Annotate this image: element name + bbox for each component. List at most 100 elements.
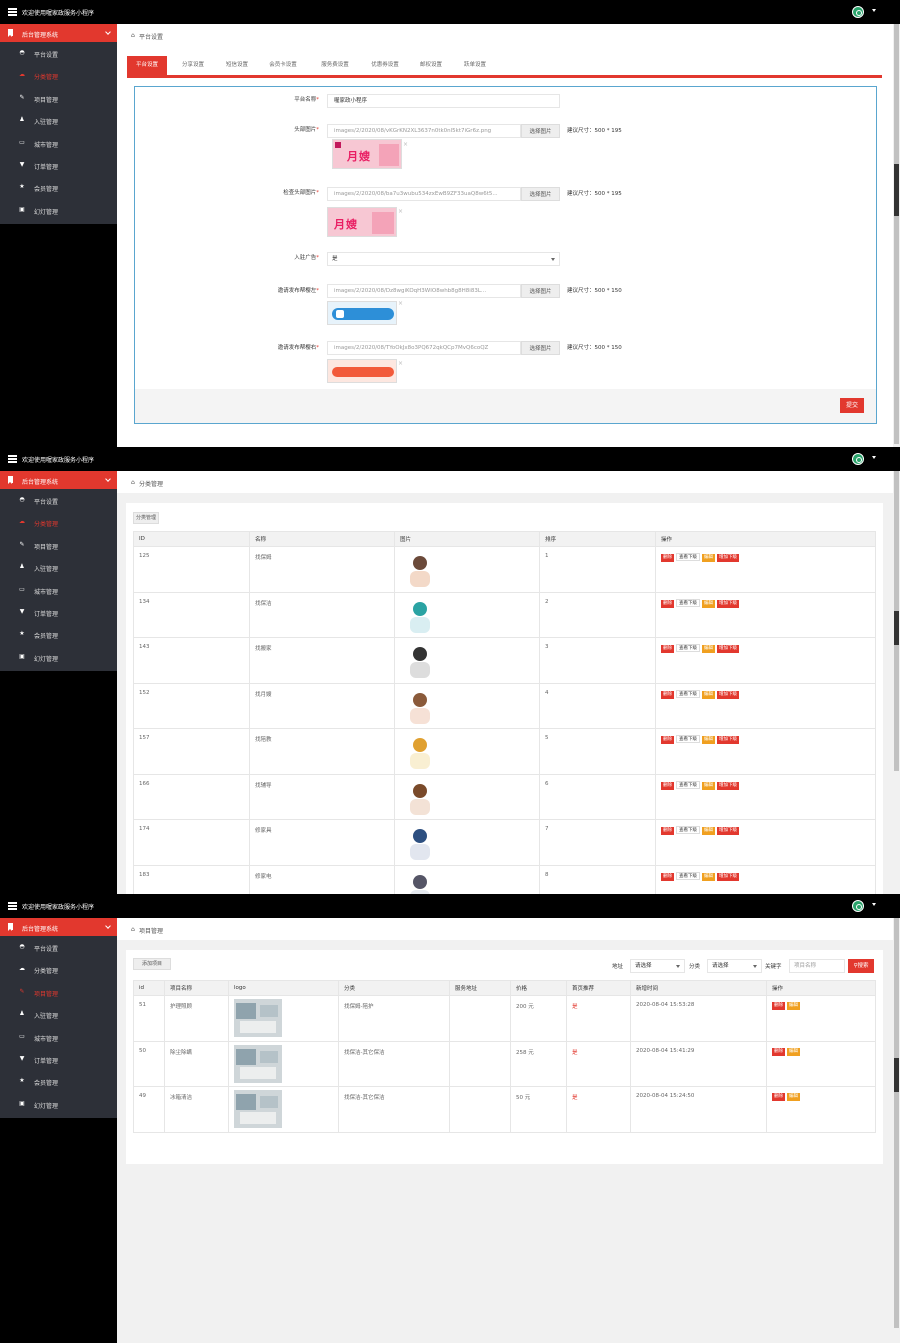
sidebar-item-settle[interactable]: ♟ 入驻管理 <box>0 556 117 578</box>
close-icon[interactable]: × <box>398 360 403 367</box>
close-icon[interactable]: × <box>403 141 408 148</box>
sidebar-item-member[interactable]: ★ 会员管理 <box>0 623 117 645</box>
delete-button[interactable]: 删除 <box>661 554 674 562</box>
sidebar-item-order[interactable]: ▼ 订单管理 <box>0 601 117 623</box>
delete-button[interactable]: 删除 <box>661 781 674 790</box>
view-children-button[interactable]: 查看下级 <box>676 644 700 652</box>
edit-button[interactable]: 编辑 <box>702 690 715 699</box>
submit-button[interactable]: 提交 <box>840 398 864 413</box>
view-children-button[interactable]: 查看下级 <box>676 780 700 789</box>
sidebar-item-platform[interactable]: ◓ 平台设置 <box>0 42 117 64</box>
right-image-input[interactable]: images/2/2020/08/TYoOkJx8o3PQ672qkQCp7Mv… <box>327 341 521 355</box>
keyword-input[interactable]: 项目名称 <box>789 959 845 973</box>
edit-button[interactable]: 编辑 <box>787 1047 800 1056</box>
view-children-button[interactable]: 查看下级 <box>676 598 700 607</box>
sidebar-item-city[interactable]: ▭ 城市管理 <box>0 579 117 601</box>
platform-name-input[interactable]: 喔家政小程序 <box>327 94 560 108</box>
pick-image-button[interactable]: 选择图片 <box>521 341 560 355</box>
scrollbar[interactable] <box>893 24 900 447</box>
edit-button[interactable]: 编辑 <box>702 781 715 790</box>
sidebar-item-category[interactable]: ☁ 分类管理 <box>0 958 117 980</box>
edit-button[interactable]: 编辑 <box>702 736 715 744</box>
sidebar-item-member[interactable]: ★ 会员管理 <box>0 176 117 198</box>
tab-share[interactable]: 分享设置 <box>171 56 215 75</box>
sidebar-item-slide[interactable]: ▣ 幻灯管理 <box>0 199 117 221</box>
tab-permission[interactable]: 邮权设置 <box>411 56 451 75</box>
add-category-button[interactable]: 分类管理 <box>133 512 159 524</box>
view-children-button[interactable]: 查看下级 <box>676 871 700 880</box>
menu-icon[interactable] <box>8 902 17 910</box>
view-children-button[interactable]: 查看下级 <box>676 735 700 743</box>
sidebar-head[interactable]: 后台管理系统 <box>0 471 117 489</box>
edit-button[interactable]: 编辑 <box>787 1002 800 1010</box>
pick-image-button[interactable]: 选择图片 <box>521 124 560 138</box>
add-child-button[interactable]: 增加下级 <box>717 827 739 835</box>
avatar[interactable] <box>852 900 864 912</box>
tab-platform[interactable]: 平台设置 <box>127 56 167 75</box>
scrollbar[interactable] <box>893 471 900 894</box>
delete-button[interactable]: 删除 <box>772 1047 785 1056</box>
sidebar-item-city[interactable]: ▭ 城市管理 <box>0 1026 117 1048</box>
edit-button[interactable]: 编辑 <box>702 827 715 835</box>
sidebar-item-platform[interactable]: ◓ 平台设置 <box>0 489 117 511</box>
scrollbar[interactable] <box>893 918 900 1343</box>
search-button[interactable]: ⚲搜索 <box>848 959 874 973</box>
pick-image-button[interactable]: 选择图片 <box>521 187 560 201</box>
sidebar-head[interactable]: 后台管理系统 <box>0 918 117 936</box>
sidebar-item-slide[interactable]: ▣ 幻灯管理 <box>0 646 117 668</box>
delete-button[interactable]: 删除 <box>661 690 674 699</box>
category-select[interactable]: 请选择 <box>707 959 762 973</box>
add-child-button[interactable]: 增加下级 <box>717 645 739 653</box>
sidebar-item-platform[interactable]: ◓ 平台设置 <box>0 936 117 958</box>
add-child-button[interactable]: 增加下级 <box>717 736 739 744</box>
sidebar-item-category[interactable]: ☁ 分类管理 <box>0 64 117 86</box>
sidebar-item-project[interactable]: ✎ 项目管理 <box>0 981 117 1003</box>
delete-button[interactable]: 删除 <box>772 1093 785 1101</box>
view-children-button[interactable]: 查看下级 <box>676 689 700 698</box>
add-child-button[interactable]: 增加下级 <box>717 690 739 699</box>
sidebar-item-settle[interactable]: ♟ 入驻管理 <box>0 1003 117 1025</box>
menu-icon[interactable] <box>8 455 17 463</box>
banner-image-input[interactable]: images/2/2020/08/ba7u3wubu534zxEwB9ZF33u… <box>327 187 521 201</box>
sidebar-item-project[interactable]: ✎ 项目管理 <box>0 534 117 556</box>
edit-button[interactable]: 编辑 <box>702 554 715 562</box>
add-child-button[interactable]: 增加下级 <box>717 781 739 790</box>
view-children-button[interactable]: 查看下级 <box>676 826 700 834</box>
delete-button[interactable]: 删除 <box>661 645 674 653</box>
city-select[interactable]: 请选择 <box>630 959 685 973</box>
delete-button[interactable]: 删除 <box>661 599 674 608</box>
add-project-button[interactable]: 添加项目 <box>133 958 171 970</box>
tab-service-fee[interactable]: 服务费设置 <box>311 56 359 75</box>
sidebar-item-category[interactable]: ☁ 分类管理 <box>0 511 117 533</box>
sidebar-item-slide[interactable]: ▣ 幻灯管理 <box>0 1093 117 1115</box>
delete-button[interactable]: 删除 <box>661 872 674 881</box>
delete-button[interactable]: 删除 <box>661 827 674 835</box>
delete-button[interactable]: 删除 <box>772 1002 785 1010</box>
sidebar-item-member[interactable]: ★ 会员管理 <box>0 1070 117 1092</box>
avatar[interactable] <box>852 6 864 18</box>
sidebar-item-settle[interactable]: ♟ 入驻管理 <box>0 109 117 131</box>
ad-select[interactable]: 是 <box>327 252 560 266</box>
edit-button[interactable]: 编辑 <box>702 599 715 608</box>
left-image-input[interactable]: images/2/2020/08/Dz8wgiKOqH3WIO8whb8g8H8… <box>327 284 521 298</box>
tab-coupon[interactable]: 优惠券设置 <box>361 56 409 75</box>
head-image-input[interactable]: images/2/2020/08/vKGrKN2XL3637n0tk0nl5kt… <box>327 124 521 138</box>
avatar[interactable] <box>852 453 864 465</box>
sidebar-head[interactable]: 后台管理系统 <box>0 24 117 42</box>
edit-button[interactable]: 编辑 <box>702 645 715 653</box>
tab-sms[interactable]: 短信设置 <box>217 56 257 75</box>
tab-order[interactable]: 跃单设置 <box>455 56 495 75</box>
sidebar-item-order[interactable]: ▼ 订单管理 <box>0 154 117 176</box>
delete-button[interactable]: 删除 <box>661 736 674 744</box>
add-child-button[interactable]: 增加下级 <box>717 599 739 608</box>
chevron-down-icon[interactable] <box>872 903 876 906</box>
close-icon[interactable]: × <box>398 208 403 215</box>
close-icon[interactable]: × <box>398 300 403 307</box>
chevron-down-icon[interactable] <box>872 9 876 12</box>
edit-button[interactable]: 编辑 <box>702 872 715 881</box>
add-child-button[interactable]: 增加下级 <box>717 554 739 562</box>
pick-image-button[interactable]: 选择图片 <box>521 284 560 298</box>
menu-icon[interactable] <box>8 8 17 16</box>
edit-button[interactable]: 编辑 <box>787 1093 800 1101</box>
add-child-button[interactable]: 增加下级 <box>717 872 739 881</box>
